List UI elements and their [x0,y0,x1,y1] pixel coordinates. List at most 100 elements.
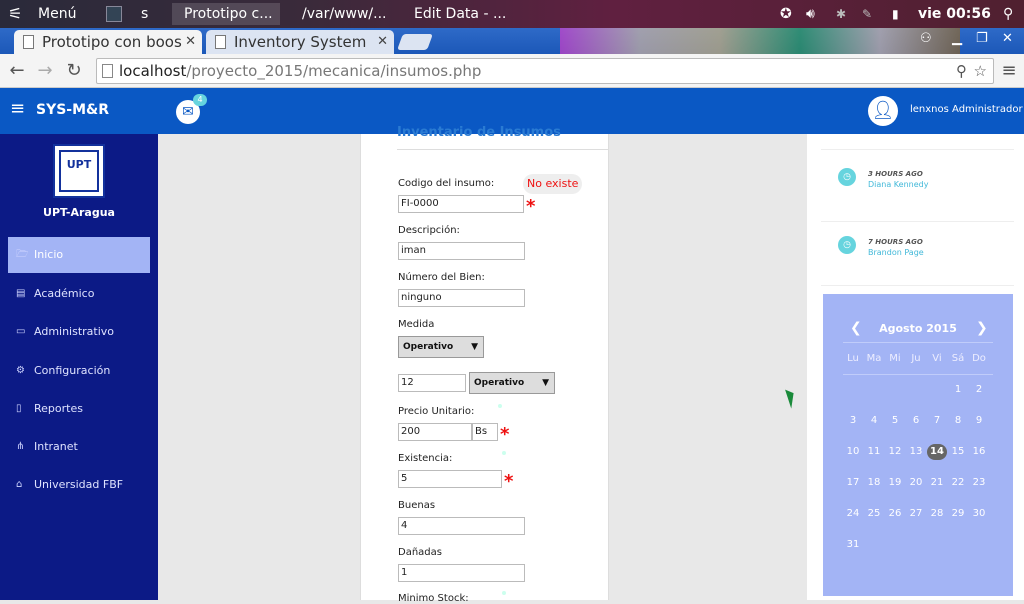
calendar-day[interactable]: 11 [864,444,884,460]
network-icon[interactable]: ✎ [862,3,872,25]
select-value: Operativo [403,342,454,352]
calendar-day[interactable]: 13 [906,444,926,460]
address-input[interactable]: localhost/proyecto_2015/mecanica/insumos… [96,58,994,84]
back-icon[interactable]: ← [6,60,28,82]
select-value: Operativo [474,378,525,388]
calendar-day[interactable]: 4 [864,413,884,429]
taskbar-item-prototipo[interactable]: Prototipo c... [172,3,280,25]
star-icon[interactable]: ☆ [974,59,987,83]
taskbar-item-var-www[interactable]: /var/www/... [288,3,396,25]
activity-name[interactable]: Diana Kennedy [868,180,928,189]
calendar-day[interactable]: 20 [906,475,926,491]
calendar-day[interactable]: 27 [906,506,926,522]
close-window-icon[interactable]: ✕ [1002,31,1013,46]
calendar-day[interactable]: 10 [843,444,863,460]
calendar-day[interactable]: 26 [885,506,905,522]
zoom-icon[interactable]: ⚲ [956,59,967,83]
sidebar-item-intranet[interactable]: ⋔ Intranet [8,429,150,465]
page-icon [102,64,113,78]
file-icon: ▯ [16,403,22,414]
tab-label: Inventory System [234,33,367,51]
reload-icon[interactable]: ↻ [63,60,85,82]
menu-icon[interactable]: ⚟ [8,3,22,25]
calendar-day[interactable]: 17 [843,475,863,491]
calendar-day[interactable]: 9 [969,413,989,429]
medida-select-2[interactable]: Operativo ▼ [469,372,555,394]
user-name[interactable]: lenxnos Administrador [910,104,1023,115]
forward-icon[interactable]: → [34,60,56,82]
clock[interactable]: vie 00:56 [918,3,991,25]
buenas-input[interactable]: 4 [398,517,525,535]
user-icon[interactable]: ⚇ [920,31,932,46]
accessibility-icon[interactable]: ✪ [780,3,792,25]
calendar-day[interactable]: 16 [969,444,989,460]
sidebar-item-label: Académico [34,287,95,300]
precio-input[interactable]: 200 [398,423,472,441]
caret-down-icon: ▼ [542,378,549,388]
taskbar-item-edit-data[interactable]: Edit Data - ... [404,3,512,25]
battery-icon[interactable]: ▮ [892,3,899,25]
volume-icon[interactable]: 🔊︎ [806,3,815,25]
calendar-day[interactable]: 1 [948,382,968,398]
tab-inventory[interactable]: Inventory System ✕ [206,30,394,54]
calendar-day[interactable]: 8 [948,413,968,429]
calendar-day[interactable]: 28 [927,506,947,522]
calendar-day-today[interactable]: 14 [927,444,947,460]
calendar-day[interactable]: 31 [843,537,863,553]
activity-name[interactable]: Brandon Page [868,248,924,257]
avatar[interactable]: 👤︎ [868,96,898,126]
brand-title[interactable]: SYS-M&R [36,102,109,118]
calendar-day[interactable]: 7 [927,413,947,429]
calendar-day[interactable]: 12 [885,444,905,460]
calendar-day[interactable]: 30 [969,506,989,522]
sidebar-item-reportes[interactable]: ▯ Reportes [8,391,150,427]
sidebar-item-configuracion[interactable]: ⚙ Configuración [8,353,150,389]
existencia-input[interactable]: 5 [398,470,502,488]
menu-icon[interactable]: ≡ [998,60,1020,82]
activity-time: 7 HOURS AGO [868,238,923,246]
descripcion-input[interactable]: iman [398,242,525,260]
calendar-day[interactable]: 25 [864,506,884,522]
restore-icon[interactable]: ❐ [976,31,988,46]
new-tab-button[interactable] [397,34,433,50]
calendar-day[interactable]: 21 [927,475,947,491]
calendar-day[interactable]: 18 [864,475,884,491]
danadas-input[interactable]: 1 [398,564,525,582]
activity-item[interactable]: ◷ 7 HOURS AGO Brandon Page [807,228,1024,288]
codigo-input[interactable]: FI-0000 [398,195,524,213]
calendar-day[interactable]: 23 [969,475,989,491]
calendar-day[interactable]: 19 [885,475,905,491]
codigo-label: Codigo del insumo: [398,178,495,189]
divider [821,149,1014,150]
os-menu-button[interactable]: Menú [38,3,76,25]
terminal-icon[interactable] [106,6,122,22]
indicator-dot [502,451,506,455]
close-icon[interactable]: ✕ [185,30,196,54]
sidebar-item-academico[interactable]: ▤ Académico [8,276,150,312]
sidebar-item-universidad[interactable]: ⌂ Universidad FBF [8,467,150,503]
bank-icon: ⌂ [16,479,23,490]
hamburger-icon[interactable]: ≡ [10,100,25,118]
calendar-day[interactable]: 3 [843,413,863,429]
activity-item[interactable]: ◷ 3 HOURS AGO Diana Kennedy [807,160,1024,220]
calendar-day[interactable]: 15 [948,444,968,460]
calendar-day[interactable]: 2 [969,382,989,398]
numero-bien-input[interactable]: ninguno [398,289,525,307]
sidebar-item-administrativo[interactable]: ▭ Administrativo [8,314,150,350]
calendar-day[interactable]: 6 [906,413,926,429]
medida-select[interactable]: Operativo ▼ [398,336,484,358]
taskbar-item-s[interactable]: s [141,3,165,25]
calendar-day[interactable]: 5 [885,413,905,429]
cantidad-input[interactable]: 12 [398,374,466,392]
sidebar-item-inicio[interactable]: 🗁︎ Inicio [8,237,150,273]
calendar-day[interactable]: 22 [948,475,968,491]
bluetooth-icon[interactable]: ✱ [836,3,846,25]
close-icon[interactable]: ✕ [377,30,388,54]
tab-prototipo[interactable]: Prototipo con boos ✕ [14,30,202,54]
search-icon[interactable]: ⚲ [1003,3,1013,25]
minimize-icon[interactable]: ▁ [952,31,962,46]
moneda-input[interactable]: Bs [472,423,498,441]
chevron-right-icon[interactable]: ❯ [976,320,988,336]
calendar-day[interactable]: 29 [948,506,968,522]
calendar-day[interactable]: 24 [843,506,863,522]
